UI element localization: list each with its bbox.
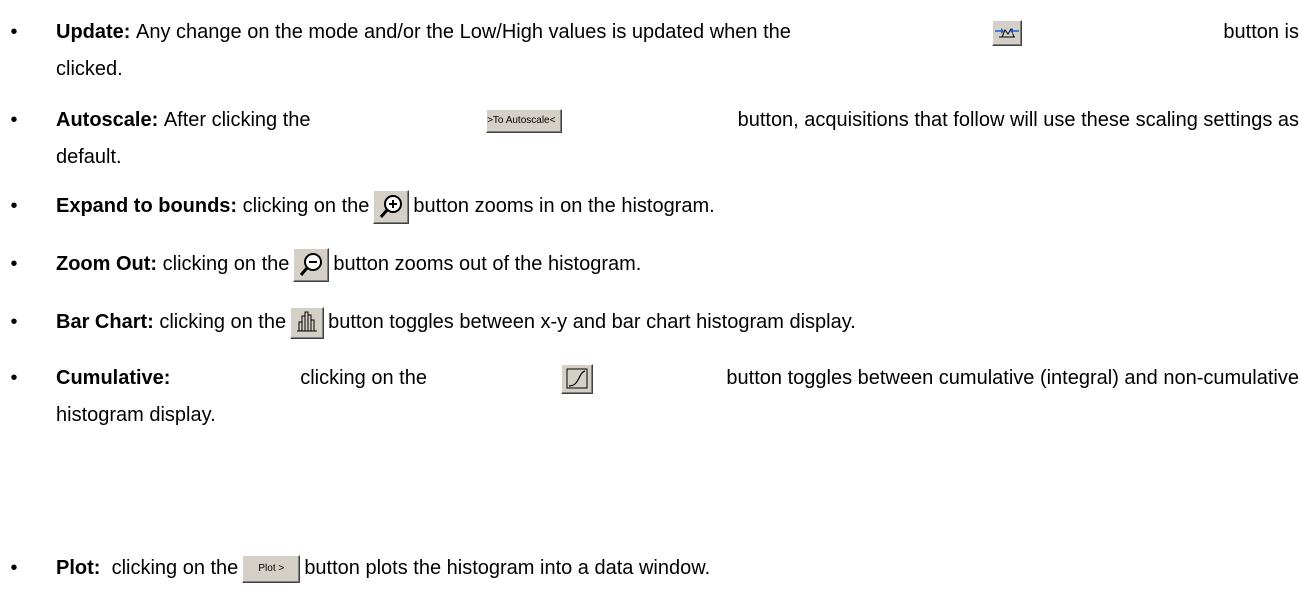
item-text: clicking on the [300,367,427,389]
item-text: After clicking the [163,109,311,131]
bullet: • [10,21,18,43]
item-label: Plot: [56,557,101,579]
item-text: button zooms out of the histogram. [333,253,642,275]
item-text: button is [1223,21,1299,43]
bullet: • [10,253,18,275]
button-label: >To Autoscale< [487,115,556,126]
item-label: Cumulative: [56,367,171,389]
zoom-out-icon [300,252,323,276]
zoom-out-button[interactable] [293,247,330,282]
item-text: clicking on the [162,253,290,275]
update-button[interactable] [992,19,1023,46]
bar-chart-icon [297,311,318,331]
zoom-in-icon [380,194,403,218]
item-text: Any change on the mode and/or the Low/Hi… [136,21,791,43]
bullet: • [10,367,18,389]
item-text: button zooms in on the histogram. [413,195,715,217]
item-label: Bar Chart: [56,311,154,333]
bullet: • [10,311,18,333]
to-autoscale-button[interactable]: >To Autoscale< [486,108,563,133]
update-arrows-icon [995,27,1020,37]
item-text: button plots the histogram into a data w… [304,557,711,579]
item-text: clicking on the [159,311,287,333]
bullet: • [10,557,18,579]
item-label: Expand to bounds: [56,195,238,217]
bullet: • [10,195,18,217]
bar-chart-button[interactable] [290,306,325,339]
item-text: clicking on the [111,557,239,579]
item-text: clicking on the [242,195,370,217]
cumulative-button[interactable] [560,363,593,394]
item-text: button toggles between cumulative (integ… [726,367,1299,389]
cumulative-curve-icon [566,368,588,388]
item-text: button toggles between x-y and bar chart… [328,311,856,333]
item-text: clicked. [56,58,123,80]
button-label: Plot > [258,563,285,574]
plot-button[interactable]: Plot > [242,554,301,583]
item-text: histogram display. [56,404,216,426]
bullet: • [10,109,18,131]
item-label: Autoscale: [56,109,159,131]
item-label: Zoom Out: [56,253,158,275]
item-text: button, acquisitions that follow will us… [737,109,1299,131]
item-text: default. [56,146,122,168]
expand-to-bounds-button[interactable] [373,189,410,224]
item-label: Update: [56,21,131,43]
